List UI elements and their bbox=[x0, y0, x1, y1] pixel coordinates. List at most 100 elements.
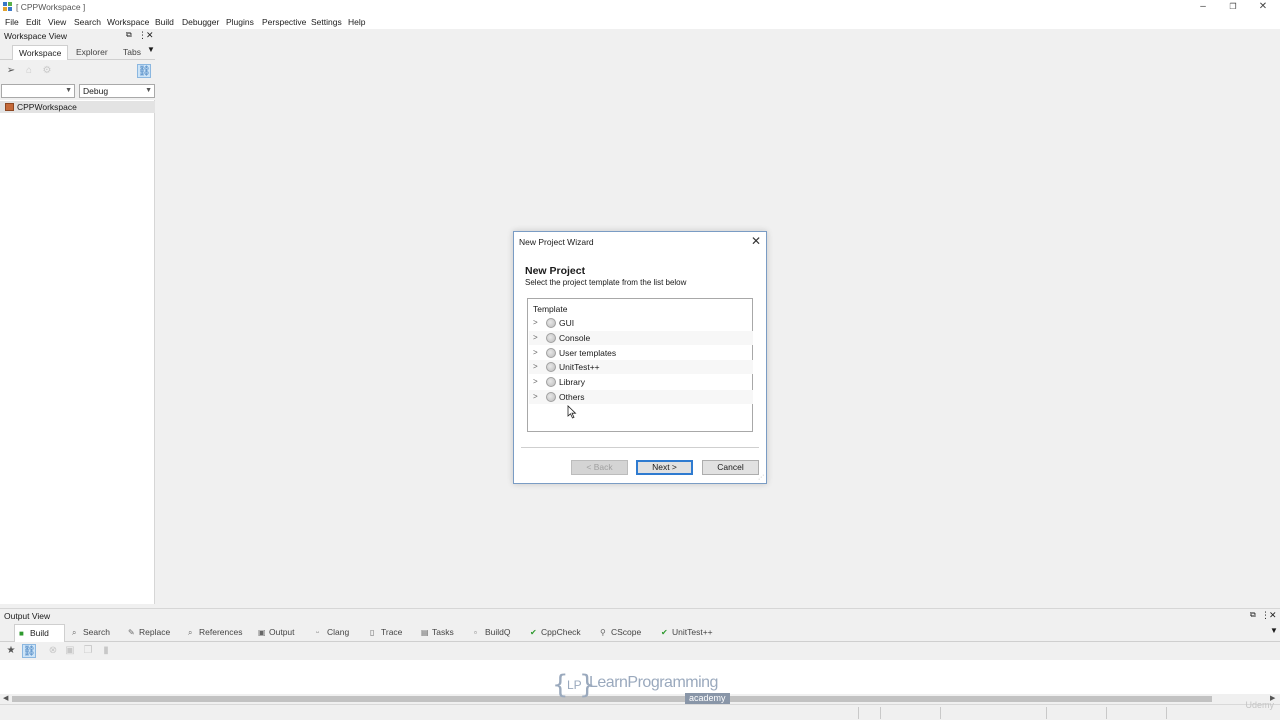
close-window-button[interactable]: ✕ bbox=[1248, 0, 1278, 14]
workspace-view-title: Workspace View bbox=[4, 31, 67, 41]
tree-item-workspace[interactable]: CPPWorkspace bbox=[0, 101, 155, 113]
close-pane-icon[interactable]: ✕ bbox=[1269, 610, 1277, 621]
dialog-title: New Project Wizard bbox=[519, 237, 594, 247]
menu-workspace[interactable]: Workspace bbox=[107, 17, 149, 27]
tabs-overflow-icon[interactable]: ▼ bbox=[147, 45, 155, 54]
chevron-down-icon: ▼ bbox=[65, 87, 72, 94]
output-icon: ▣ bbox=[258, 628, 266, 637]
cppcheck-icon: ✔ bbox=[530, 628, 537, 637]
tasks-icon: ▤ bbox=[421, 628, 429, 637]
workspace-icon bbox=[5, 103, 14, 111]
cscope-icon: ⚲ bbox=[600, 628, 606, 637]
stop-icon[interactable]: ⊗ bbox=[46, 644, 60, 658]
next-button[interactable]: Next > bbox=[636, 460, 693, 475]
chevron-right-icon[interactable]: > bbox=[533, 333, 538, 342]
dialog-heading: New Project bbox=[525, 265, 586, 277]
window-title: [ CPPWorkspace ] bbox=[16, 2, 86, 12]
chevron-right-icon[interactable]: > bbox=[533, 392, 538, 401]
menu-bar: File Edit View Search Workspace Build De… bbox=[0, 14, 1280, 29]
tab-explorer[interactable]: Explorer bbox=[70, 45, 114, 60]
chevron-right-icon[interactable]: > bbox=[533, 318, 538, 327]
project-combo[interactable]: ▼ bbox=[1, 84, 75, 98]
link-editor-icon[interactable]: ⛓ bbox=[137, 64, 151, 78]
tab-cppcheck[interactable]: ✔ CppCheck bbox=[526, 624, 591, 642]
copy-icon[interactable]: ❐ bbox=[81, 644, 95, 658]
dialog-separator bbox=[521, 447, 759, 448]
template-category-user-templates[interactable]: > User templates bbox=[529, 346, 753, 360]
tab-trace[interactable]: ▯ Trace bbox=[366, 624, 413, 642]
new-project-wizard-dialog: New Project Wizard ✕ New Project Select … bbox=[513, 231, 767, 484]
tab-replace[interactable]: ✎ Replace bbox=[124, 624, 180, 642]
template-category-library[interactable]: > Library bbox=[529, 375, 753, 389]
template-category-unittest[interactable]: > UnitTest++ bbox=[529, 360, 753, 374]
workspace-tabs: Workspace Explorer Tabs ▼ bbox=[0, 42, 155, 60]
restore-button[interactable]: ❐ bbox=[1218, 0, 1248, 14]
menu-settings[interactable]: Settings bbox=[311, 17, 342, 27]
close-pane-icon[interactable]: ✕ bbox=[146, 30, 154, 41]
settings-icon[interactable]: ⚙ bbox=[40, 64, 54, 78]
pin-icon[interactable]: ★ bbox=[4, 644, 18, 658]
tab-cscope[interactable]: ⚲ CScope bbox=[596, 624, 653, 642]
scroll-left-icon[interactable]: ◀ bbox=[3, 694, 8, 702]
clear-icon[interactable]: ▮ bbox=[99, 644, 113, 658]
replace-icon: ✎ bbox=[128, 628, 135, 637]
template-list[interactable]: Template > GUI > Console > User template… bbox=[527, 298, 753, 432]
template-list-header: Template bbox=[533, 304, 568, 314]
category-icon bbox=[546, 348, 556, 358]
tab-tabs[interactable]: Tabs bbox=[117, 45, 147, 60]
link-icon[interactable]: ⛓ bbox=[22, 644, 36, 658]
app-icon bbox=[3, 2, 13, 12]
chevron-right-icon[interactable]: > bbox=[533, 377, 538, 386]
menu-build[interactable]: Build bbox=[155, 17, 174, 27]
minimize-button[interactable]: – bbox=[1188, 0, 1218, 14]
tab-workspace[interactable]: Workspace bbox=[12, 45, 69, 60]
tab-buildq[interactable]: ▫ BuildQ bbox=[470, 624, 522, 642]
tab-references[interactable]: ⌕ References bbox=[184, 624, 250, 642]
chevron-right-icon[interactable]: > bbox=[533, 348, 538, 357]
float-pane-icon[interactable]: ⧉ bbox=[1250, 610, 1256, 620]
menu-help[interactable]: Help bbox=[348, 17, 365, 27]
home-icon[interactable]: ⌂ bbox=[22, 64, 36, 78]
menu-plugins[interactable]: Plugins bbox=[226, 17, 254, 27]
menu-view[interactable]: View bbox=[48, 17, 66, 27]
tab-tasks[interactable]: ▤ Tasks bbox=[417, 624, 466, 642]
category-icon bbox=[546, 377, 556, 387]
output-tabs: ■ Build ⌕ Search ✎ Replace ⌕ References ▣ Out… bbox=[0, 621, 1280, 642]
buildq-icon: ▫ bbox=[474, 628, 477, 637]
float-pane-icon[interactable]: ⧉ bbox=[126, 30, 132, 40]
tab-unittest[interactable]: ✔ UnitTest++ bbox=[657, 624, 723, 642]
cancel-button[interactable]: Cancel bbox=[702, 460, 759, 475]
workspace-view-pane: Workspace View ⧉ ⋮ ✕ Workspace Explorer … bbox=[0, 29, 155, 604]
dialog-body: New Project Select the project template … bbox=[514, 251, 766, 483]
chevron-down-icon: ▼ bbox=[145, 87, 152, 94]
category-icon bbox=[546, 333, 556, 343]
tab-search[interactable]: ⌕ Search bbox=[68, 624, 120, 642]
tab-build[interactable]: ■ Build bbox=[14, 624, 65, 642]
back-button[interactable]: < Back bbox=[571, 460, 628, 475]
tree-item-label: CPPWorkspace bbox=[17, 102, 77, 112]
dialog-title-bar: New Project Wizard ✕ bbox=[514, 232, 766, 251]
tab-output[interactable]: ▣ Output bbox=[254, 624, 308, 642]
menu-debugger[interactable]: Debugger bbox=[182, 17, 219, 27]
menu-perspective[interactable]: Perspective bbox=[262, 17, 306, 27]
menu-edit[interactable]: Edit bbox=[26, 17, 41, 27]
save-icon[interactable]: ▣ bbox=[63, 644, 77, 658]
window-title-bar: [ CPPWorkspace ] – ❐ ✕ bbox=[0, 0, 1280, 14]
build-config-combo[interactable]: Debug ▼ bbox=[79, 84, 155, 98]
menu-file[interactable]: File bbox=[5, 17, 19, 27]
category-icon bbox=[546, 318, 556, 328]
template-category-console[interactable]: > Console bbox=[529, 331, 753, 345]
template-category-others[interactable]: > Others bbox=[529, 390, 753, 404]
workspace-toolbar: ➢ ⌂ ⚙ ⛓ bbox=[0, 60, 155, 82]
close-dialog-icon[interactable]: ✕ bbox=[751, 234, 761, 248]
unittest-icon: ✔ bbox=[661, 628, 668, 637]
tab-clang[interactable]: ᵕ Clang bbox=[312, 624, 362, 642]
template-category-gui[interactable]: > GUI bbox=[529, 316, 753, 330]
menu-search[interactable]: Search bbox=[74, 17, 101, 27]
chevron-right-icon[interactable]: > bbox=[533, 362, 538, 371]
resize-grip-icon[interactable]: ⋰ bbox=[758, 474, 764, 481]
output-toolbar: ★ ⛓ ⊗ ▣ ❐ ▮ bbox=[0, 642, 1280, 660]
send-icon[interactable]: ➢ bbox=[4, 64, 18, 78]
tabs-overflow-icon[interactable]: ▼ bbox=[1270, 626, 1278, 635]
search-icon: ⌕ bbox=[72, 628, 77, 637]
